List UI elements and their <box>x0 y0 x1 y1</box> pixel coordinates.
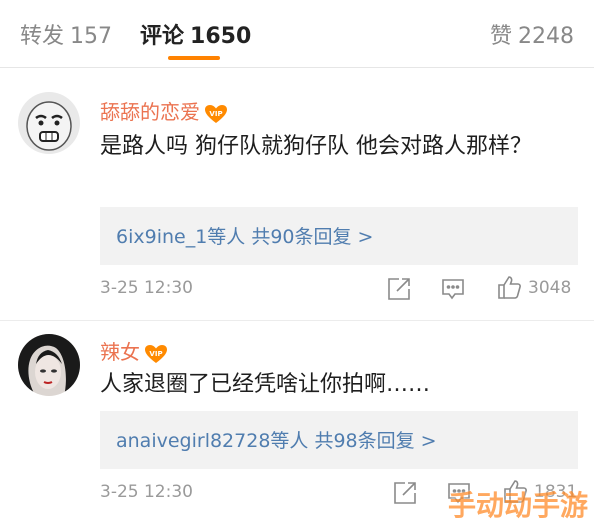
username[interactable]: 辣女 VIP <box>100 336 168 365</box>
tab-reposts[interactable]: 转发 157 <box>20 18 112 50</box>
timestamp: 3-25 12:30 <box>100 482 193 502</box>
avatar[interactable] <box>18 334 80 396</box>
tab-likes-count: 2248 <box>518 24 574 49</box>
username-text: 辣女 <box>100 340 140 364</box>
svg-text:VIP: VIP <box>149 350 162 358</box>
tab-reposts-count: 157 <box>70 24 113 49</box>
tab-reposts-label: 转发 <box>20 24 65 49</box>
comment-text: 人家退圈了已经凭啥让你拍啊…… <box>100 372 431 397</box>
username-text: 舔舔的恋爱 <box>100 100 200 124</box>
svg-text:VIP: VIP <box>209 110 222 118</box>
replies-link[interactable]: anaivegirl82728等人 共98条回复 > <box>116 426 437 453</box>
replies-summary[interactable]: 6ix9ine_1等人 共90条回复 > <box>100 207 578 265</box>
forward-icon[interactable] <box>392 480 418 506</box>
timestamp: 3-25 12:30 <box>100 278 193 298</box>
replies-link[interactable]: 6ix9ine_1等人 共90条回复 > <box>116 222 373 249</box>
thumbs-up-icon[interactable] <box>496 274 522 300</box>
replies-summary[interactable]: anaivegirl82728等人 共98条回复 > <box>100 411 578 469</box>
tab-likes-label: 赞 <box>489 24 512 49</box>
vip-badge-icon: VIP <box>144 344 168 364</box>
vip-badge-icon: VIP <box>204 104 228 124</box>
comment-icon[interactable] <box>440 276 466 302</box>
comment-text: 是路人吗 狗仔队就狗仔队 他会对路人那样？ <box>100 134 532 159</box>
tab-likes[interactable]: 赞 2248 <box>490 18 574 50</box>
comment-tabs: 转发 157 评论 1650 赞 2248 <box>0 0 594 68</box>
tab-comments-label: 评论 <box>140 24 185 49</box>
forward-icon[interactable] <box>386 276 412 302</box>
watermark: 手动动手游 <box>447 489 588 522</box>
like-count: 3048 <box>528 278 572 298</box>
active-tab-indicator <box>168 56 220 60</box>
tab-comments[interactable]: 评论 1650 <box>140 18 251 50</box>
comment-item: 舔舔的恋爱 VIP 是路人吗 狗仔队就狗仔队 他会对路人那样？ 6ix9ine_1… <box>0 68 594 321</box>
tab-comments-count: 1650 <box>190 24 252 49</box>
avatar[interactable] <box>18 92 80 154</box>
username[interactable]: 舔舔的恋爱 VIP <box>100 96 228 125</box>
